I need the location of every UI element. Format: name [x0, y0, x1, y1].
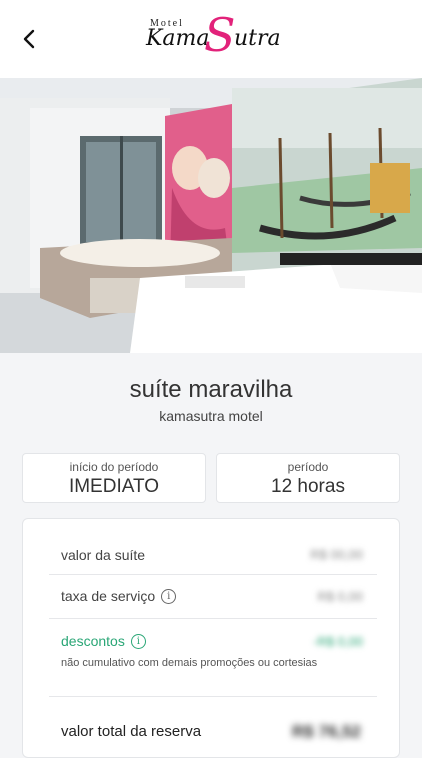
- suite-value-amount: R$ 00,00: [310, 547, 363, 562]
- service-fee-label: taxa de serviço: [61, 588, 156, 604]
- discounts-note: não cumulativo com demais promoções ou c…: [61, 657, 318, 669]
- suite-photo: [0, 78, 422, 353]
- logo-utra-text: utra: [234, 26, 281, 51]
- logo-kama-text: Kama: [146, 26, 210, 51]
- info-icon[interactable]: i: [130, 633, 146, 649]
- period-value: 12 horas: [271, 476, 345, 497]
- service-fee-row: taxa de serviço i R$ 0,00: [49, 575, 377, 619]
- logo-s-letter: S: [204, 8, 236, 62]
- suite-value-row: valor da suíte R$ 00,00: [49, 535, 377, 575]
- total-label: valor total da reserva: [61, 723, 202, 740]
- period-start-box[interactable]: início do período IMEDIATO: [22, 453, 206, 503]
- total-amount: R$ 76,52: [292, 722, 361, 741]
- discounts-label-wrap: descontos i: [61, 633, 146, 649]
- pricing-card: valor da suíte R$ 00,00 taxa de serviço …: [22, 518, 400, 758]
- app-header: Motel Kama S utra: [0, 0, 422, 78]
- suite-photo-gallery[interactable]: [0, 78, 422, 353]
- info-icon[interactable]: i: [161, 588, 177, 604]
- discounts-amount: -R$ 0,00: [313, 634, 363, 649]
- kamasutra-logo: Motel Kama S utra: [140, 8, 281, 66]
- suite-value-label: valor da suíte: [61, 547, 146, 563]
- period-box[interactable]: período 12 horas: [216, 453, 400, 503]
- motel-name: kamasutra motel: [159, 408, 263, 424]
- period-start-value: IMEDIATO: [68, 476, 160, 497]
- service-fee-amount: R$ 0,00: [317, 589, 363, 604]
- chevron-left-icon: [23, 29, 35, 49]
- discounts-label: descontos: [61, 633, 125, 649]
- suite-name: suíte maravilha: [129, 376, 293, 403]
- back-button[interactable]: [14, 24, 44, 54]
- period-label: período: [287, 460, 329, 474]
- service-fee-label-wrap: taxa de serviço i: [61, 588, 177, 604]
- period-start-label: início do período: [69, 460, 159, 474]
